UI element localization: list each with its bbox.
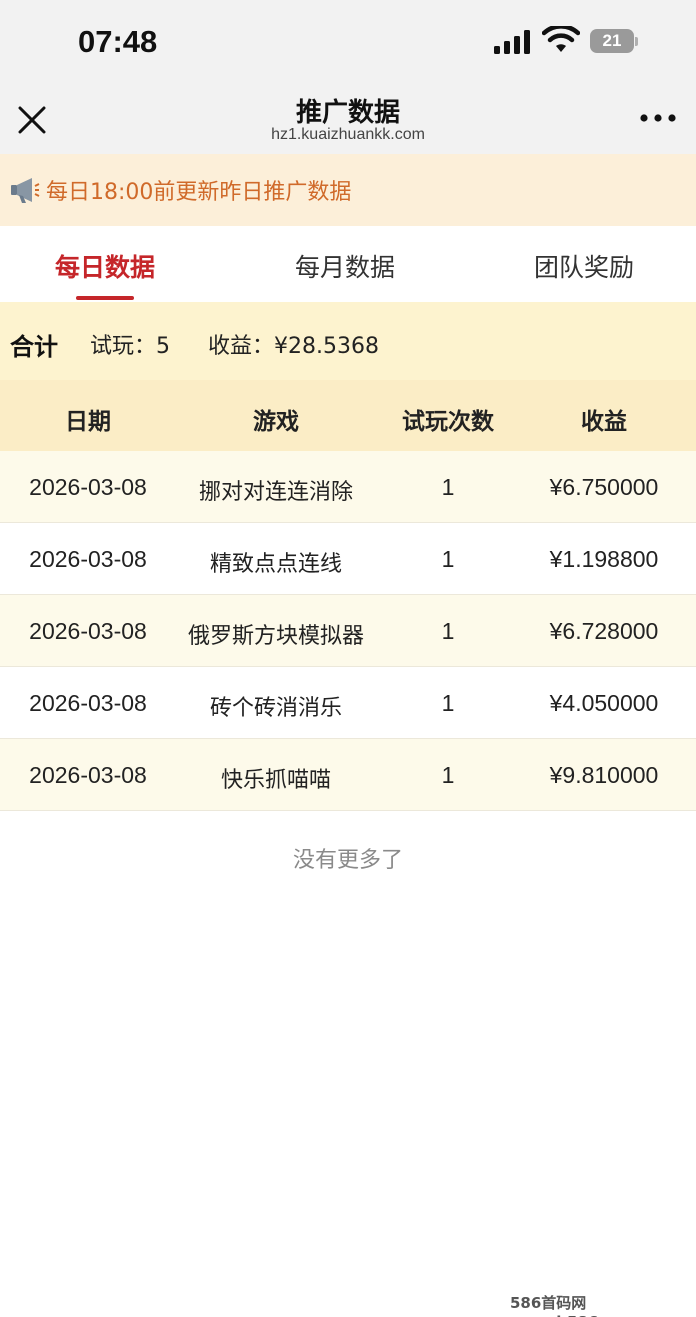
page-url: hz1.kuaizhuankk.com [271,126,425,143]
tab-monthly[interactable]: 每月数据 [255,248,435,284]
table-row: 2026-03-08 挪对对连连消除 1 ¥6.750000 [0,451,696,523]
status-bar: 07:48 21 [0,0,696,84]
status-time: 07:48 [78,24,158,59]
more-icon[interactable] [636,108,680,128]
header-game: 游戏 [253,409,299,435]
cell-trial-count: 1 [441,546,455,572]
cell-income: ¥6.750000 [549,474,659,500]
page-title: 推广数据 [295,98,400,128]
cell-date: 2026-03-08 [29,474,147,500]
cell-game: 快乐抓喵喵 [220,768,331,793]
summary-bar: 合计 试玩：5 收益：¥28.5368 [0,302,696,380]
tab-daily[interactable]: 每日数据 [15,248,195,284]
wifi-icon [542,26,580,52]
tab-active-indicator [76,296,134,300]
notice-text: 每日18:00前更新昨日推广数据 [46,180,352,205]
cell-game: 砖个砖消消乐 [209,696,342,721]
signal-icon [494,30,530,54]
cell-trial-count: 1 [441,762,455,788]
nav-bar: 推广数据 hz1.kuaizhuankk.com [0,84,696,154]
cell-income: ¥6.728000 [549,618,659,644]
cell-game: 俄罗斯方块模拟器 [187,624,364,649]
table-header: 日期 游戏 试玩次数 收益 [0,380,696,451]
cell-game: 挪对对连连消除 [198,480,353,505]
tab-bar: 每日数据 每月数据 团队奖励 [0,226,696,302]
header-income: 收益 [581,409,627,435]
summary-income: 收益：¥28.5368 [208,334,379,359]
header-trial-count: 试玩次数 [402,409,494,435]
no-more-text: 没有更多了 [292,848,403,873]
battery-icon: 21 [590,29,638,53]
megaphone-icon [11,178,40,203]
tab-team-reward[interactable]: 团队奖励 [494,248,674,284]
cell-game: 精致点点连线 [209,552,342,577]
cell-date: 2026-03-08 [29,618,147,644]
cell-trial-count: 1 [441,474,455,500]
table-row: 2026-03-08 砖个砖消消乐 1 ¥4.050000 [0,667,696,739]
battery-level: 21 [590,29,634,53]
table-row: 2026-03-08 俄罗斯方块模拟器 1 ¥6.728000 [0,595,696,667]
summary-label: 合计 [10,333,58,361]
cell-income: ¥9.810000 [549,762,659,788]
watermark: 586首码网 www.h586.com [510,1294,639,1317]
cell-trial-count: 1 [441,690,455,716]
cell-date: 2026-03-08 [29,546,147,572]
table-row: 2026-03-08 快乐抓喵喵 1 ¥9.810000 [0,739,696,811]
header-date: 日期 [65,409,111,435]
cell-income: ¥1.198800 [549,546,659,572]
cell-date: 2026-03-08 [29,762,147,788]
cell-date: 2026-03-08 [29,690,147,716]
summary-trial: 试玩：5 [90,334,170,359]
notice-banner: 每日18:00前更新昨日推广数据 [0,154,696,226]
cell-income: ¥4.050000 [549,690,659,716]
table-row: 2026-03-08 精致点点连线 1 ¥1.198800 [0,523,696,595]
cell-trial-count: 1 [441,618,455,644]
